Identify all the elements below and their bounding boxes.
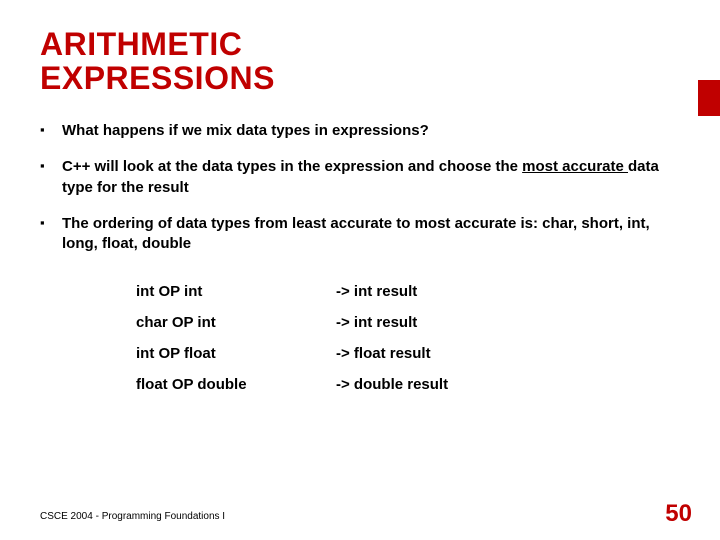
table-row: char OP int -> int result: [136, 307, 556, 338]
op-expr: char OP int: [136, 307, 336, 338]
bullet-text-underline: most accurate: [522, 158, 628, 175]
title-line-1: ARITHMETIC: [40, 26, 242, 62]
bullet-text: The ordering of data types from least ac…: [62, 215, 650, 252]
footer-text: CSCE 2004 - Programming Foundations I: [40, 511, 225, 522]
op-expr: int OP float: [136, 338, 336, 369]
slide: ARITHMETIC EXPRESSIONS What happens if w…: [0, 0, 720, 540]
op-result: -> int result: [336, 307, 556, 338]
bullet-text-pre: C++ will look at the data types in the e…: [62, 158, 522, 175]
op-result: -> double result: [336, 369, 556, 400]
page-number: 50: [665, 500, 692, 528]
op-expr: int OP int: [136, 276, 336, 307]
title-line-2: EXPRESSIONS: [40, 60, 275, 96]
table-row: int OP float -> float result: [136, 338, 556, 369]
op-result-table: int OP int -> int result char OP int -> …: [136, 276, 556, 400]
bullet-text: What happens if we mix data types in exp…: [62, 122, 429, 139]
op-result: -> int result: [336, 276, 556, 307]
table-row: int OP int -> int result: [136, 276, 556, 307]
table-row: float OP double -> double result: [136, 369, 556, 400]
accent-bar: [698, 80, 720, 116]
bullet-list: What happens if we mix data types in exp…: [40, 121, 680, 254]
type-promotion-table: int OP int -> int result char OP int -> …: [136, 276, 680, 400]
op-result: -> float result: [336, 338, 556, 369]
bullet-item: What happens if we mix data types in exp…: [40, 121, 680, 141]
bullet-item: The ordering of data types from least ac…: [40, 214, 680, 255]
slide-title: ARITHMETIC EXPRESSIONS: [40, 28, 680, 95]
op-expr: float OP double: [136, 369, 336, 400]
bullet-item: C++ will look at the data types in the e…: [40, 157, 680, 198]
